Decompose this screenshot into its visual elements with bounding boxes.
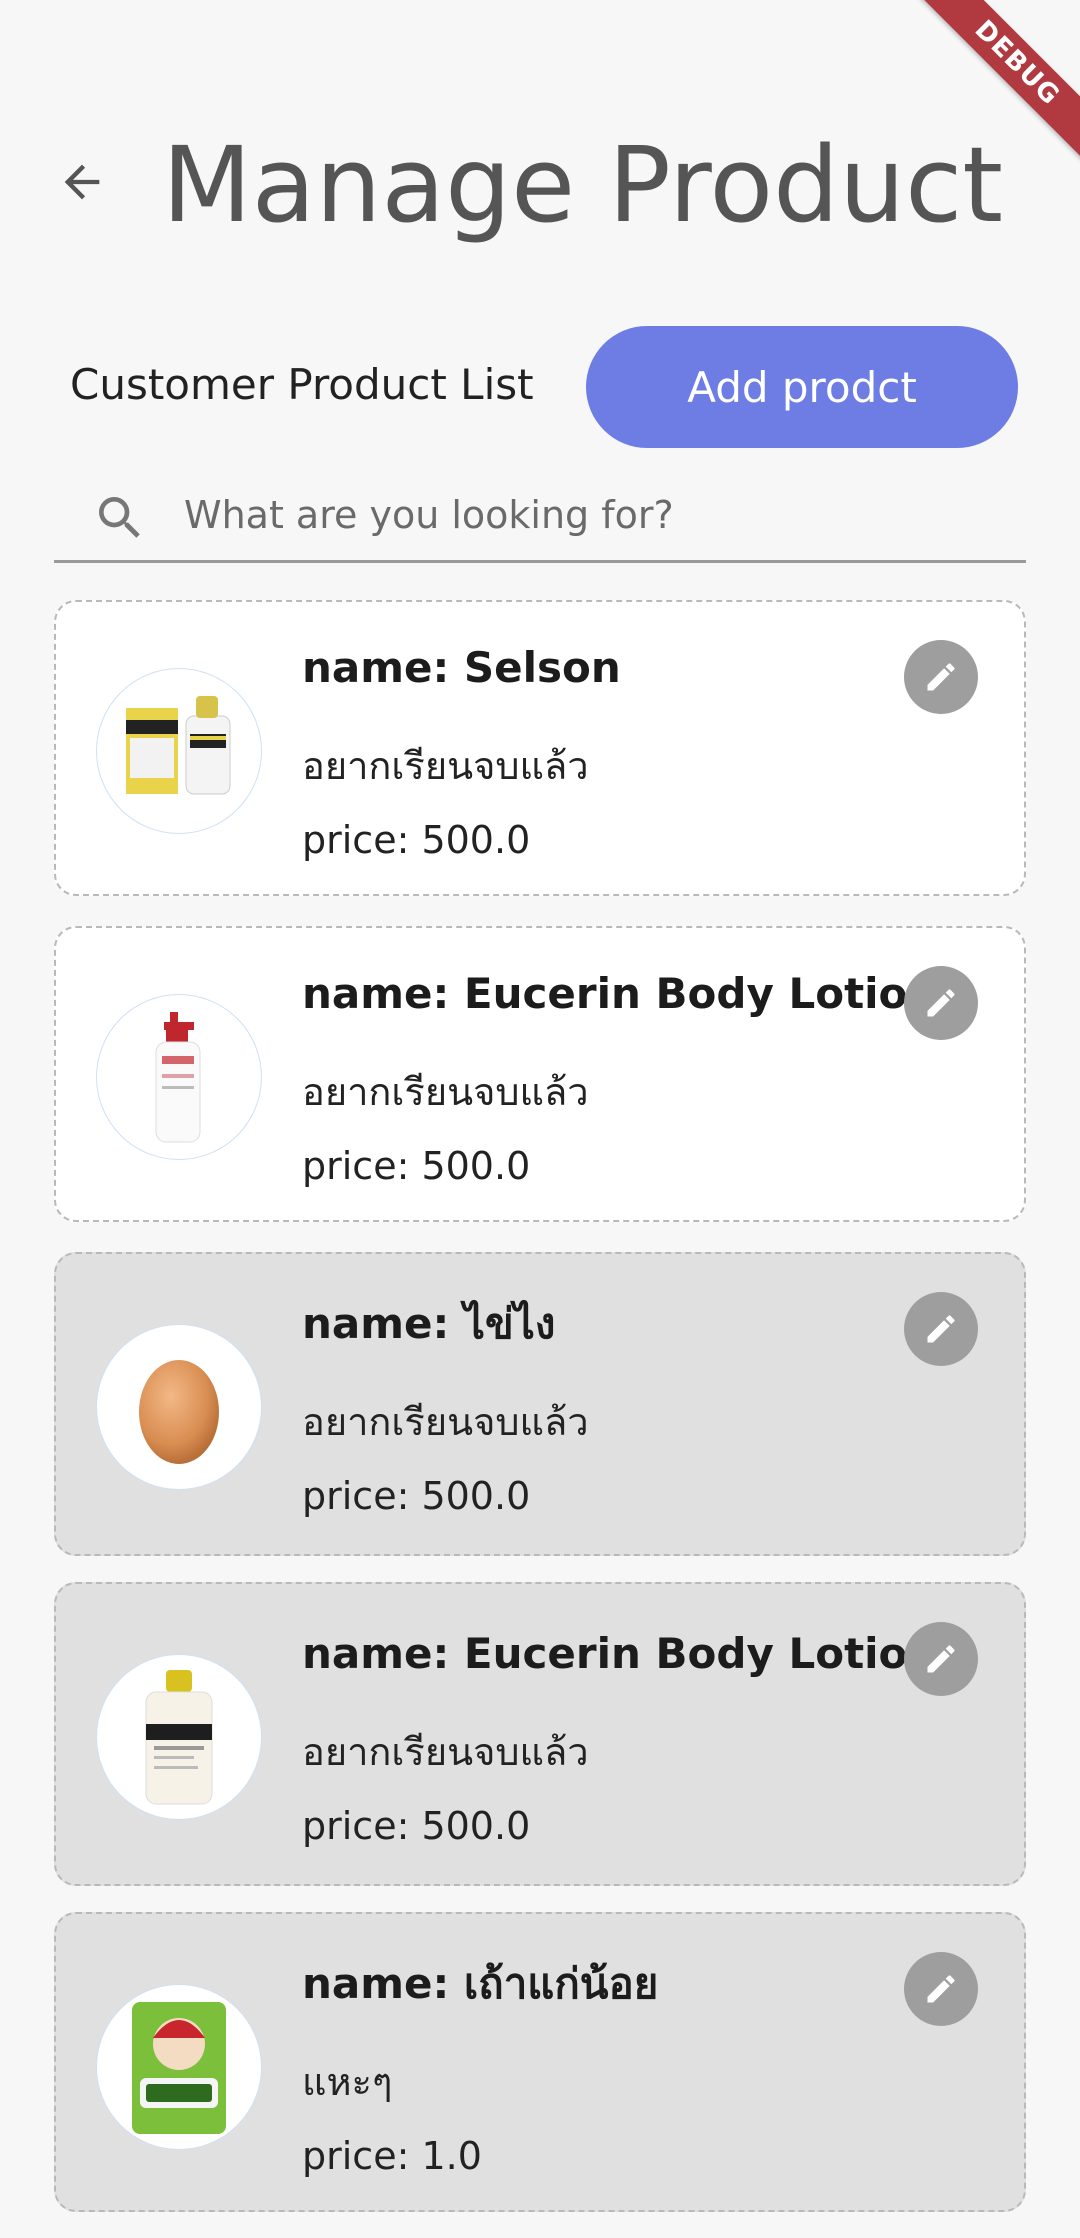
product-card[interactable]: name: Eucerin Body Lotion อยากเรียนจบแล้… (54, 1582, 1026, 1886)
edit-product-button[interactable] (904, 640, 978, 714)
product-name: name: ไข่ไง (302, 1299, 556, 1348)
pencil-icon (927, 1645, 955, 1673)
search-bar (54, 470, 1026, 563)
product-price: price: 500.0 (302, 1474, 531, 1518)
pencil-icon (927, 989, 955, 1017)
product-card[interactable]: name: ไข่ไง อยากเรียนจบแล้ว price: 500.0 (54, 1252, 1026, 1556)
pencil-icon (927, 663, 955, 691)
product-description: อยากเรียนจบแล้ว (302, 1070, 589, 1114)
product-image-eucerin-pump-bottle (96, 994, 262, 1160)
page-title: Manage Product (162, 124, 1004, 246)
product-card[interactable]: name: Eucerin Body Lotion อยากเรียนจบแล้… (54, 926, 1026, 1222)
edit-product-button[interactable] (904, 1292, 978, 1366)
product-description: อยากเรียนจบแล้ว (302, 1730, 589, 1774)
search-icon (99, 497, 140, 538)
product-price: price: 500.0 (302, 1804, 531, 1848)
product-price: price: 500.0 (302, 818, 531, 862)
product-image-selsun-bottle (96, 1654, 262, 1820)
product-card[interactable]: name: เถ้าแก่น้อย แหะๆ price: 1.0 (54, 1912, 1026, 2212)
product-list: name: Selson อยากเรียนจบแล้ว price: 500.… (54, 600, 1026, 2238)
product-name: name: เถ้าแก่น้อย (302, 1959, 659, 2008)
customer-product-list-label: Customer Product List (70, 360, 534, 409)
arrow-back-icon (64, 164, 100, 200)
product-image-selsun-bottles (96, 668, 262, 834)
product-price: price: 1.0 (302, 2134, 482, 2178)
edit-product-button[interactable] (904, 1622, 978, 1696)
product-card[interactable]: name: Selson อยากเรียนจบแล้ว price: 500.… (54, 600, 1026, 896)
app-bar: Manage Product (0, 120, 1080, 250)
edit-product-button[interactable] (904, 966, 978, 1040)
product-description: แหะๆ (302, 2060, 393, 2104)
pencil-icon (927, 1315, 955, 1343)
search-input[interactable] (184, 480, 1004, 550)
edit-product-button[interactable] (904, 1952, 978, 2026)
add-product-button[interactable]: Add prodct (586, 326, 1018, 448)
back-button[interactable] (50, 150, 114, 214)
pencil-icon (927, 1975, 955, 2003)
product-image-egg (96, 1324, 262, 1490)
product-name: name: Eucerin Body Lotion (302, 969, 938, 1018)
product-description: อยากเรียนจบแล้ว (302, 744, 589, 788)
product-image-seaweed-snack-pack (96, 1984, 262, 2150)
product-name: name: Eucerin Body Lotion (302, 1629, 938, 1678)
product-name: name: Selson (302, 643, 621, 692)
product-description: อยากเรียนจบแล้ว (302, 1400, 589, 1444)
product-price: price: 500.0 (302, 1144, 531, 1188)
